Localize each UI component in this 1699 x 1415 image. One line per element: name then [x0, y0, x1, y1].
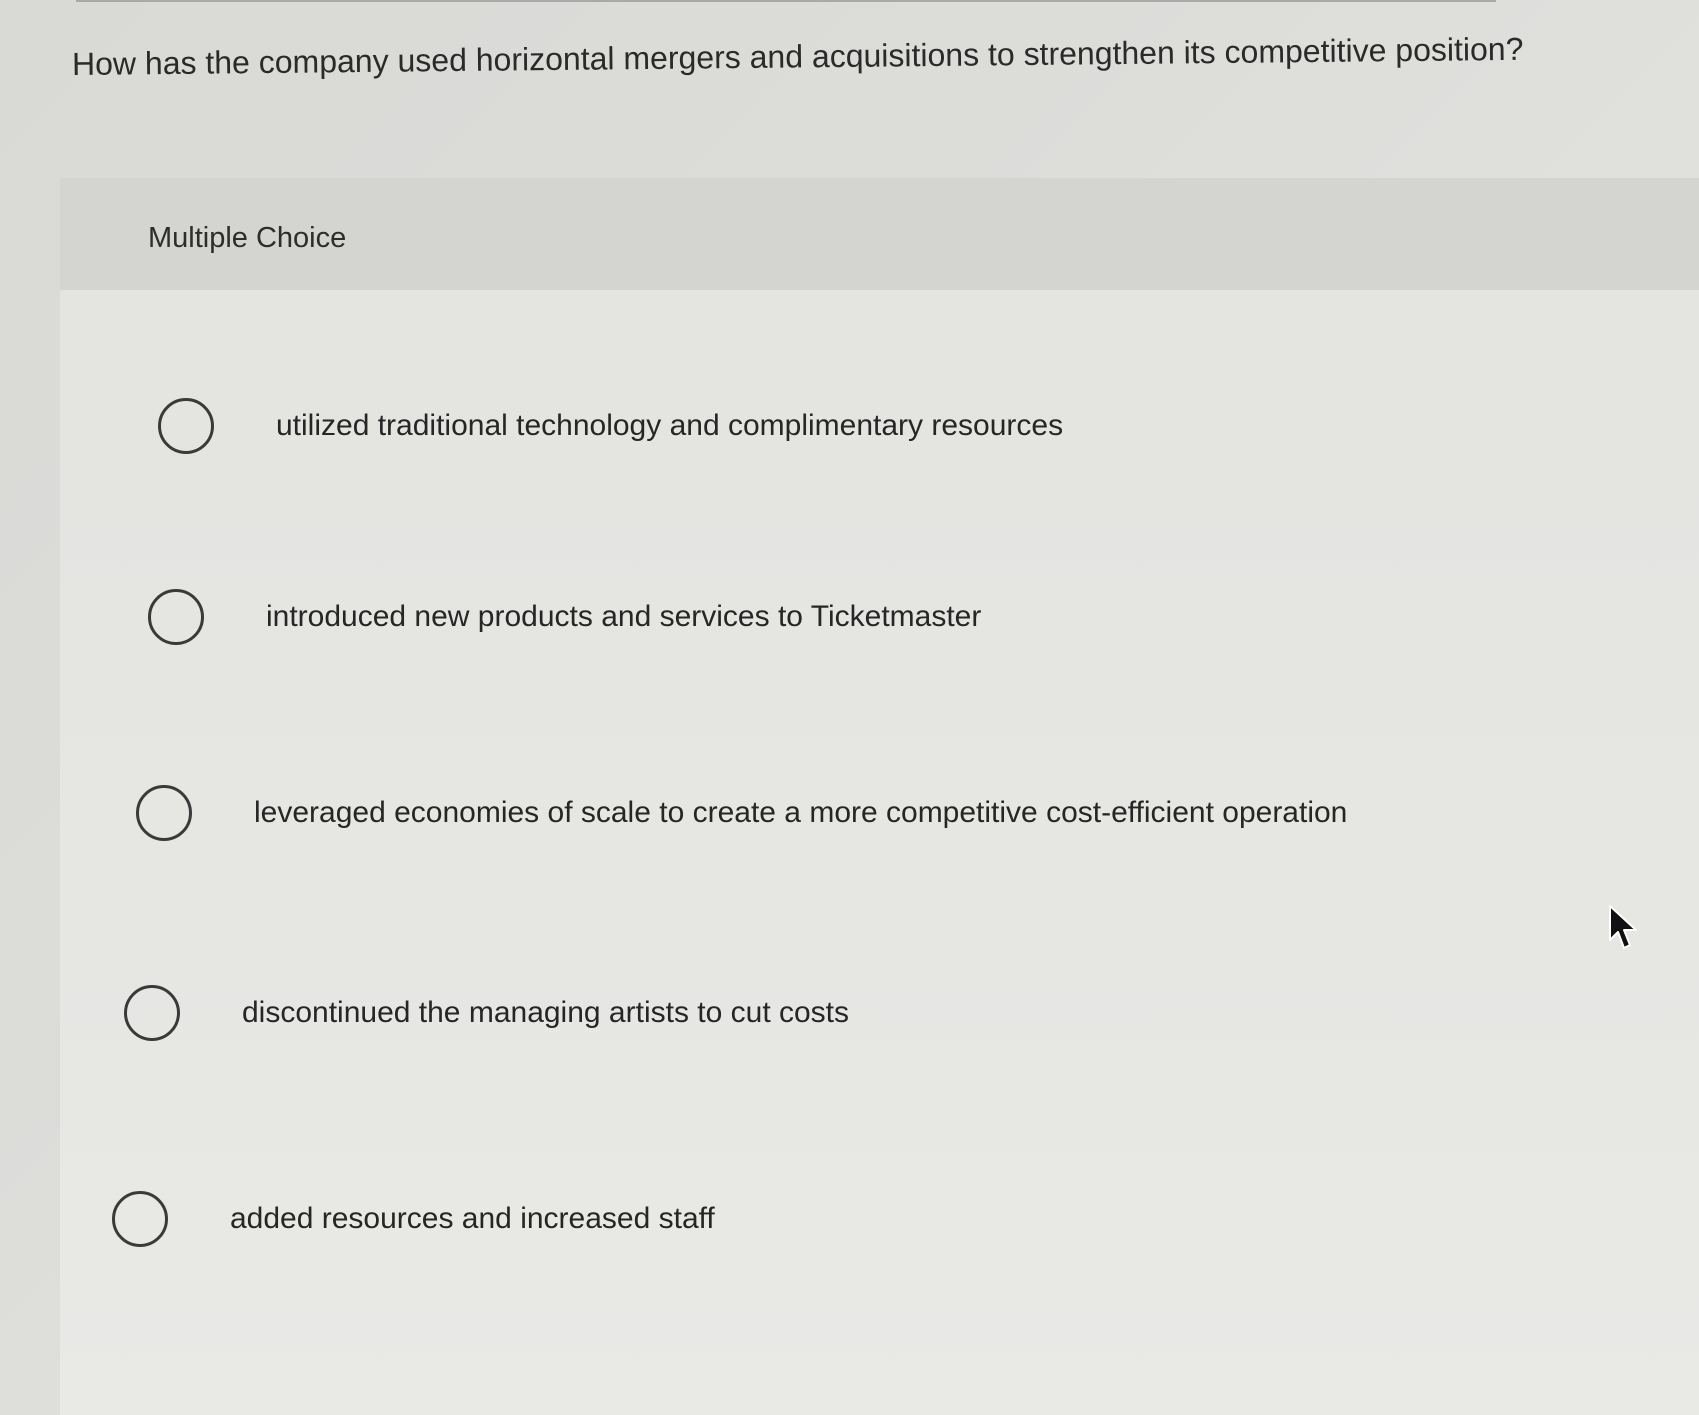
radio-unchecked-icon[interactable] [124, 985, 180, 1041]
answer-option-label: discontinued the managing artists to cut… [242, 996, 850, 1029]
answer-option-label: added resources and increased staff [230, 1202, 715, 1235]
radio-unchecked-icon[interactable] [136, 785, 192, 841]
answer-option-label: leveraged economies of scale to create a… [254, 796, 1348, 829]
answer-option-5[interactable]: added resources and increased staff [112, 1159, 715, 1279]
answer-option-1[interactable]: utilized traditional technology and comp… [158, 366, 1063, 486]
question-text: How has the company used horizontal merg… [71, 30, 1524, 82]
answer-option-label: introduced new products and services to … [266, 600, 982, 633]
radio-unchecked-icon[interactable] [158, 398, 214, 454]
mouse-pointer-icon [1609, 905, 1637, 949]
answer-option-2[interactable]: introduced new products and services to … [148, 557, 981, 677]
top-divider [76, 0, 1496, 2]
panel-label: Multiple Choice [148, 222, 347, 254]
radio-unchecked-icon[interactable] [112, 1191, 168, 1247]
answer-option-4[interactable]: discontinued the managing artists to cut… [124, 953, 849, 1073]
answer-option-3[interactable]: leveraged economies of scale to create a… [136, 753, 1347, 873]
radio-unchecked-icon[interactable] [148, 589, 204, 645]
panel-header: Multiple Choice [60, 178, 1699, 290]
answer-option-label: utilized traditional technology and comp… [276, 409, 1064, 442]
